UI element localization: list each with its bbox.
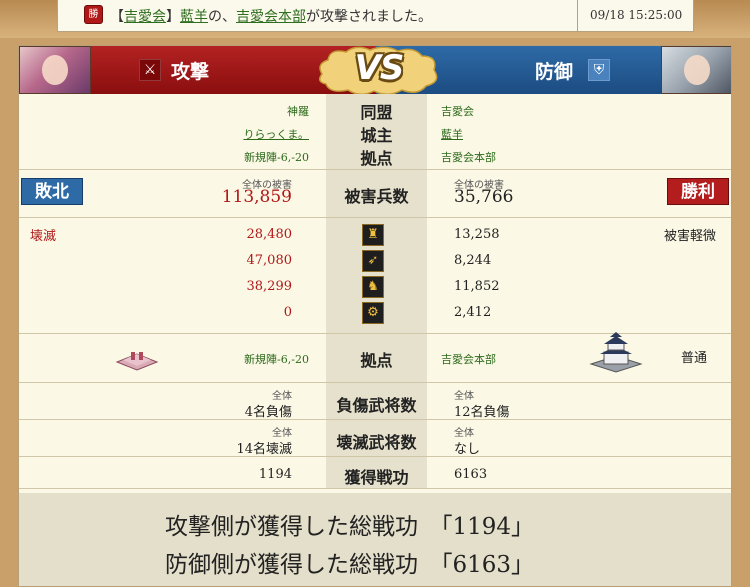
lord-link[interactable]: 藍羊 <box>180 9 208 25</box>
attacker-status: 壊滅 <box>30 229 57 244</box>
defender-base-row[interactable]: 吉愛会本部 <box>441 351 496 367</box>
injured-attacker-scope: 全体 <box>272 391 292 402</box>
injured-defender-scope: 全体 <box>454 391 474 402</box>
injured-defender-value: 12名負傷 <box>454 405 510 420</box>
defender-status: 被害軽微 <box>664 229 717 244</box>
damage-label: 被害兵数 <box>344 187 409 206</box>
notice-mid: の、 <box>208 9 236 25</box>
cavalry-unit-icon: ♞ <box>362 276 384 298</box>
defender-siege-loss: 2,412 <box>454 305 492 320</box>
attacker-lord[interactable]: りらっくま。 <box>199 126 309 142</box>
destroyed-defender-scope: 全体 <box>454 428 474 439</box>
notice-time: 09/18 15:25:00 <box>590 8 683 22</box>
divider <box>19 419 731 420</box>
attack-title: 攻撃 <box>171 61 210 83</box>
injured-label: 負傷武将数 <box>336 396 417 415</box>
attacker-merit: 1194 <box>258 467 292 482</box>
destroyed-attacker-scope: 全体 <box>272 428 292 439</box>
win-badge: 勝 <box>85 6 102 23</box>
attacker-alliance[interactable]: 神羅 <box>199 103 309 119</box>
attacker-cavalry-loss: 38,299 <box>246 279 293 294</box>
attacker-portrait[interactable] <box>19 46 91 94</box>
bracket-close: 】 <box>166 9 180 25</box>
attacker-siege-loss: 0 <box>283 305 292 320</box>
defender-base-state: 普通 <box>681 351 708 366</box>
attacker-base[interactable]: 新規陣-6,-20 <box>199 149 309 165</box>
merit-label: 獲得戦功 <box>344 468 409 487</box>
divider <box>19 488 731 489</box>
divider <box>19 456 731 457</box>
camp-icon <box>115 352 159 371</box>
castle-icon <box>589 332 643 373</box>
defender-portrait[interactable] <box>661 46 731 94</box>
base-link[interactable]: 吉愛会本部 <box>236 9 306 25</box>
defender-spear-loss: 13,258 <box>454 227 500 242</box>
alliance-label: 同盟 <box>360 103 393 122</box>
notice-message: 【吉愛会】藍羊の、吉愛会本部が攻撃されました。 <box>110 6 432 26</box>
merit-summary: 攻撃側が獲得した総戦功 「1194」 防御側が獲得した総戦功 「6163」 <box>19 493 731 586</box>
attacker-merit-summary: 攻撃側が獲得した総戦功 「1194」 <box>165 514 535 540</box>
divider <box>19 169 731 170</box>
base-label: 拠点 <box>360 149 393 168</box>
attacker-spear-loss: 28,480 <box>246 227 293 242</box>
defender-merit-summary: 防御側が獲得した総戦功 「6163」 <box>165 552 535 578</box>
attacker-total-damage: 113,859 <box>221 187 292 207</box>
notice-suffix: が攻撃されました。 <box>306 9 432 25</box>
defender-base[interactable]: 吉愛会本部 <box>441 149 496 165</box>
divider <box>19 217 731 218</box>
bracket-open: 【 <box>110 9 124 25</box>
injured-attacker-value: 4名負傷 <box>244 405 292 420</box>
crossed-swords-icon: ⚔ <box>139 59 161 81</box>
notice-divider <box>577 0 578 32</box>
shield-icon: ⛨ <box>588 59 610 81</box>
destroyed-label: 壊滅武将数 <box>336 433 417 452</box>
defense-title: 防御 <box>535 61 574 83</box>
alliance-link[interactable]: 吉愛会 <box>124 9 166 25</box>
vs-label: VS <box>354 48 405 88</box>
defender-bow-loss: 8,244 <box>454 253 492 268</box>
battle-notice: 勝 【吉愛会】藍羊の、吉愛会本部が攻撃されました。 09/18 15:25:00 <box>57 0 694 32</box>
base-row-label: 拠点 <box>360 351 393 370</box>
attacker-bow-loss: 47,080 <box>246 253 293 268</box>
destroyed-attacker-value: 14名壊滅 <box>236 442 292 457</box>
spear-unit-icon: ♜ <box>362 224 384 246</box>
lord-label: 城主 <box>360 126 393 145</box>
divider <box>19 382 731 383</box>
siege-unit-icon: ⚙ <box>362 302 384 324</box>
victory-badge: 勝利 <box>667 178 729 205</box>
defender-lord[interactable]: 藍羊 <box>441 126 463 142</box>
defender-alliance[interactable]: 吉愛会 <box>441 103 474 119</box>
defeat-badge: 敗北 <box>21 178 83 205</box>
defender-total-damage: 35,766 <box>454 187 514 207</box>
destroyed-defender-value: なし <box>454 442 481 457</box>
battle-report-panel: ⚔ 攻撃 防御 ⛨ VS 神羅 同盟 吉愛会 りらっくま。 城主 藍羊 新規陣-… <box>18 45 732 587</box>
attacker-base-row[interactable]: 新規陣-6,-20 <box>199 351 309 367</box>
defender-cavalry-loss: 11,852 <box>454 279 500 294</box>
bow-unit-icon: ➶ <box>362 250 384 272</box>
defender-merit: 6163 <box>454 467 488 482</box>
